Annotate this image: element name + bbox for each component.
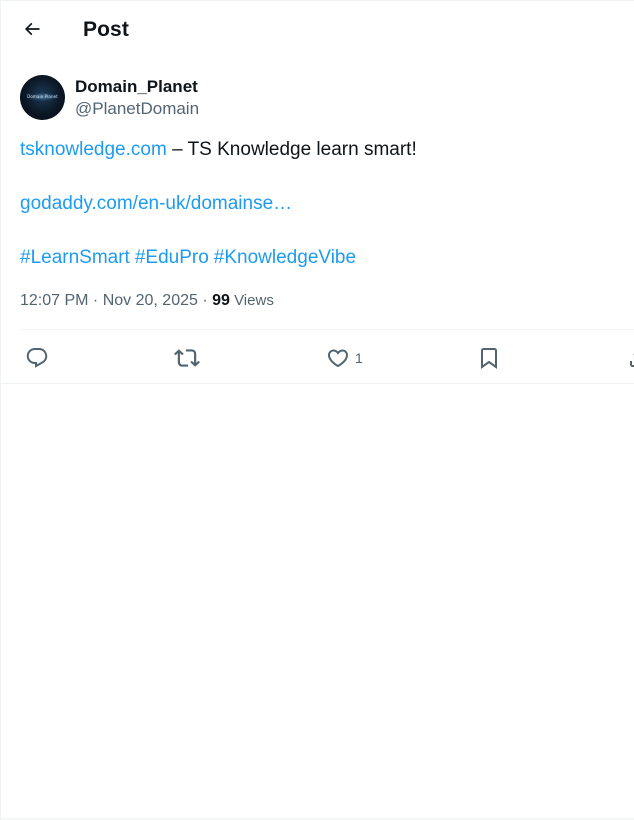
views-count[interactable]: 99 <box>212 292 230 309</box>
author-display-name[interactable]: Domain_Planet <box>75 76 199 98</box>
heart-icon <box>326 346 350 370</box>
post-time[interactable]: 12:07 PM <box>20 292 88 309</box>
post-view: Post Domain Planet Domain_Planet @Planet… <box>0 0 634 820</box>
divider <box>20 329 634 330</box>
meta-separator: · <box>88 292 103 309</box>
hashtag-learnsmart[interactable]: #LearnSmart <box>20 247 130 268</box>
share-icon <box>627 346 634 370</box>
repost-button[interactable] <box>174 342 200 374</box>
post-date[interactable]: Nov 20, 2025 <box>103 292 198 309</box>
reply-icon <box>25 346 49 370</box>
top-bar: Post <box>1 1 634 63</box>
back-button[interactable] <box>15 14 49 48</box>
like-button[interactable]: 1 <box>326 342 363 374</box>
author-handle[interactable]: @PlanetDomain <box>75 98 199 120</box>
post-link-godaddy[interactable]: godaddy.com/en-uk/domainse… <box>20 193 292 214</box>
post-text-line-2: godaddy.com/en-uk/domainse… <box>20 192 620 216</box>
views-label: Views <box>229 292 274 309</box>
post-author: Domain Planet Domain_Planet @PlanetDomai… <box>20 75 199 120</box>
meta-separator: · <box>197 292 213 309</box>
hashtag-knowledgevibe[interactable]: #KnowledgeVibe <box>214 247 356 268</box>
author-names: Domain_Planet @PlanetDomain <box>75 76 199 120</box>
post-meta: 12:07 PM · Nov 20, 2025 · 99 Views <box>20 290 274 312</box>
arrow-left-icon <box>22 19 42 44</box>
post-link-tsknowledge[interactable]: tsknowledge.com <box>20 139 167 160</box>
post-actions: 1 <box>1 342 634 374</box>
post-hashtags: #LearnSmart #EduPro #KnowledgeVibe <box>20 246 620 270</box>
hashtag-edupro[interactable]: #EduPro <box>135 247 209 268</box>
avatar-logo-text: Domain Planet <box>27 94 58 99</box>
post-text-tagline: – TS Knowledge learn smart! <box>166 139 417 160</box>
bottom-edge <box>1 816 634 820</box>
share-button[interactable] <box>627 342 634 374</box>
repost-icon <box>174 345 200 371</box>
post-bottom-border <box>1 383 634 384</box>
like-count: 1 <box>355 350 363 366</box>
page-title: Post <box>83 18 129 41</box>
avatar[interactable]: Domain Planet <box>20 75 65 120</box>
reply-button[interactable] <box>25 342 49 374</box>
bookmark-button[interactable] <box>477 342 501 374</box>
bookmark-icon <box>477 346 501 370</box>
post-text-line-1: tsknowledge.com – TS Knowledge learn sma… <box>20 138 620 162</box>
